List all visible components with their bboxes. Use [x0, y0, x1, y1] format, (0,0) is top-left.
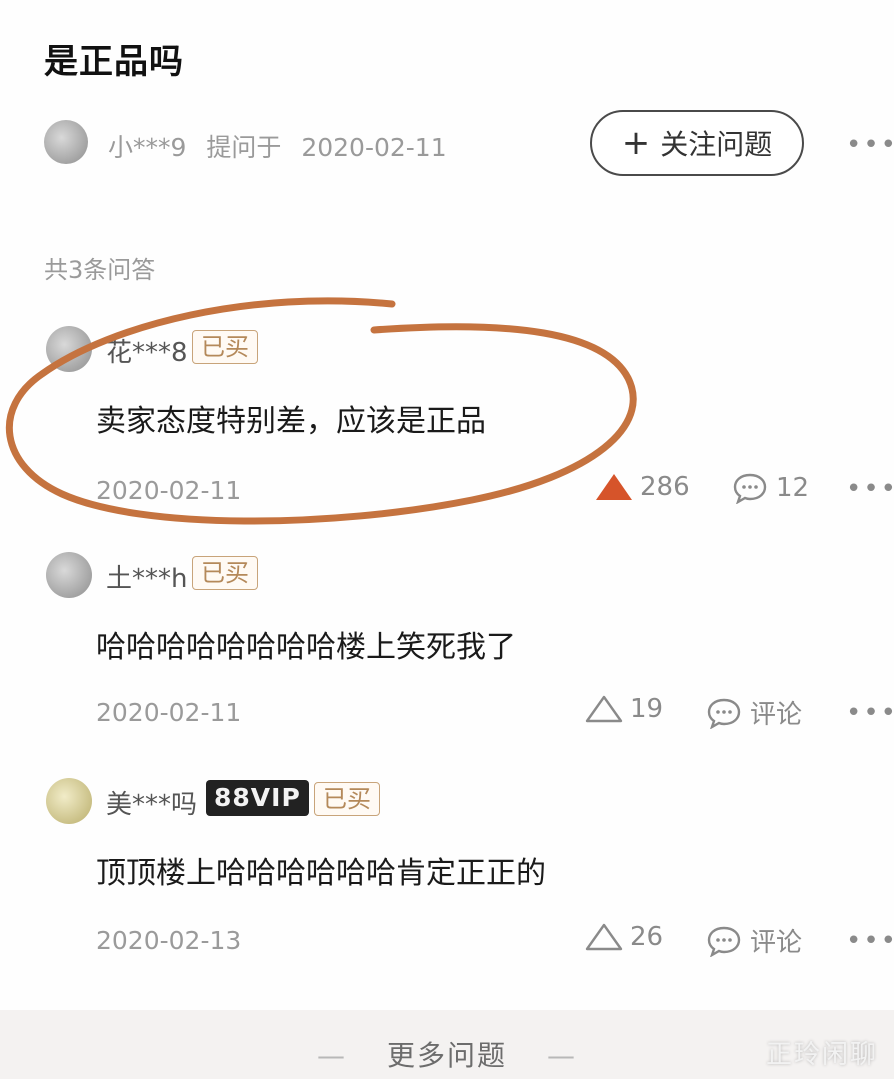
- like-triangle-icon: [596, 474, 632, 500]
- purchased-badge: 已买: [314, 782, 380, 816]
- answer-avatar[interactable]: [46, 326, 92, 372]
- answer-date: 2020-02-11: [96, 698, 242, 727]
- divider-dash: —: [316, 1039, 347, 1072]
- like-button[interactable]: 286: [594, 472, 690, 502]
- comment-button[interactable]: 12: [732, 472, 809, 504]
- answer-item: 土***h 已买 哈哈哈哈哈哈哈哈楼上笑死我了 2020-02-11 19 评论…: [44, 552, 894, 742]
- answer-text: 卖家态度特别差，应该是正品: [96, 404, 486, 439]
- answer-date: 2020-02-11: [96, 476, 242, 505]
- purchased-badge: 已买: [192, 330, 258, 364]
- asked-label: 提问于: [206, 133, 282, 162]
- like-button[interactable]: 26: [584, 922, 663, 952]
- like-triangle-icon: [585, 695, 623, 723]
- more-dots-icon[interactable]: •••: [846, 698, 894, 728]
- like-count: 26: [630, 922, 664, 952]
- answer-text: 哈哈哈哈哈哈哈哈楼上笑死我了: [96, 630, 516, 665]
- comment-bubble-icon: [733, 473, 767, 504]
- more-questions-button[interactable]: — 更多问题 —: [0, 1034, 894, 1074]
- more-dots-icon[interactable]: •••: [846, 474, 894, 504]
- like-count: 19: [630, 694, 664, 724]
- asker-name[interactable]: 小***9: [108, 133, 186, 162]
- more-dots-icon[interactable]: •••: [846, 926, 894, 956]
- comment-bubble-icon: [707, 698, 741, 729]
- answer-avatar[interactable]: [46, 552, 92, 598]
- asker-row: 小***9 提问于 2020-02-11 + 关注问题 •••: [44, 110, 894, 176]
- answer-text: 顶顶楼上哈哈哈哈哈哈肯定正正的: [96, 856, 546, 891]
- qa-card: 是正品吗 小***9 提问于 2020-02-11 + 关注问题 ••• 共3条…: [0, 0, 894, 1010]
- answer-item: 花***8 已买 卖家态度特别差，应该是正品 2020-02-11 286 12…: [44, 326, 894, 516]
- answer-item: 美***吗 88VIP 已买 顶顶楼上哈哈哈哈哈哈肯定正正的 2020-02-1…: [44, 778, 894, 968]
- comment-button[interactable]: 评论: [706, 922, 802, 959]
- comment-label: 评论: [750, 928, 803, 958]
- comment-bubble-icon: [707, 926, 741, 957]
- vip-badge: 88VIP: [206, 780, 309, 816]
- like-button[interactable]: 19: [584, 694, 663, 724]
- comment-button[interactable]: 评论: [706, 694, 802, 731]
- purchased-badge: 已买: [192, 556, 258, 590]
- comment-label: 评论: [750, 700, 803, 730]
- like-triangle-icon: [585, 923, 623, 951]
- answer-user-name[interactable]: 美***吗: [106, 784, 197, 821]
- answer-avatar[interactable]: [46, 778, 92, 824]
- like-count: 286: [640, 472, 690, 502]
- follow-question-button[interactable]: + 关注问题: [590, 110, 804, 176]
- asked-date: 2020-02-11: [301, 133, 447, 162]
- question-title: 是正品吗: [44, 42, 184, 82]
- answer-user-name[interactable]: 花***8: [106, 332, 188, 369]
- more-questions-label: 更多问题: [386, 1039, 507, 1072]
- divider-dash: —: [547, 1039, 577, 1072]
- asker-avatar[interactable]: [44, 120, 88, 164]
- answer-count: 共3条问答: [44, 256, 156, 284]
- plus-icon: +: [621, 123, 651, 163]
- asker-meta: 小***9 提问于 2020-02-11: [108, 128, 459, 164]
- watermark-text: 正玲闲聊: [765, 1040, 878, 1070]
- more-dots-icon[interactable]: •••: [846, 130, 894, 160]
- answer-date: 2020-02-13: [96, 926, 242, 955]
- follow-question-label: 关注问题: [660, 128, 773, 161]
- answer-user-name[interactable]: 土***h: [106, 558, 187, 595]
- comment-count: 12: [776, 473, 810, 503]
